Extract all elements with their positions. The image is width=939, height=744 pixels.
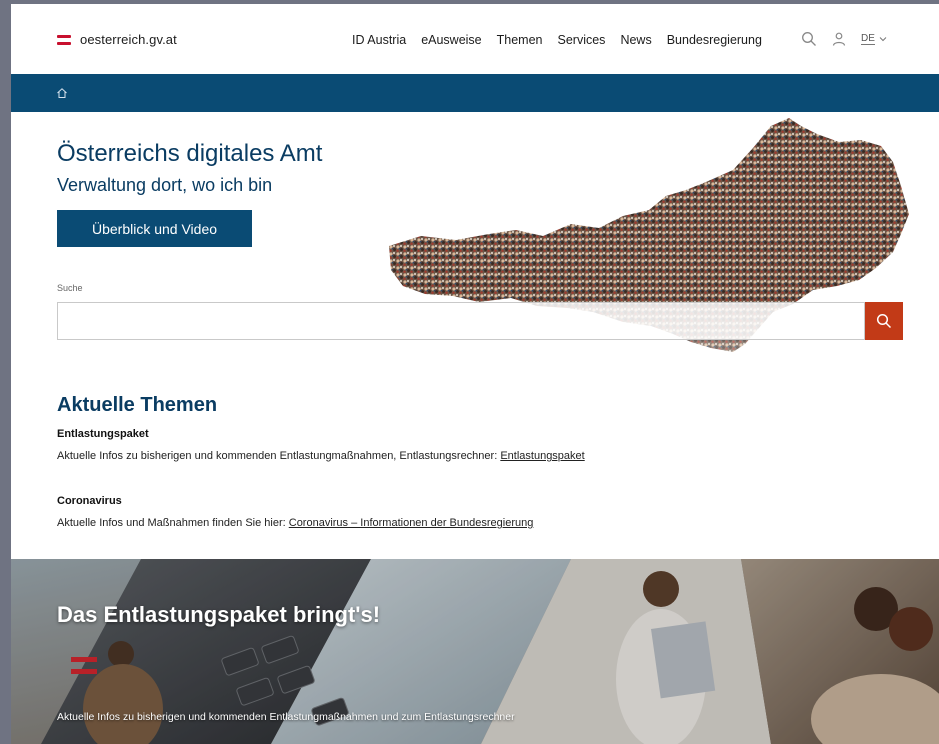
section-title-topics: Aktuelle Themen	[57, 394, 218, 416]
banner-text: Aktuelle Infos zu bisherigen und kommend…	[57, 711, 515, 723]
topic-title-entlastungspaket: Entlastungspaket	[57, 428, 149, 440]
search-label: Suche	[57, 283, 83, 293]
nav-item-bundesregierung[interactable]: Bundesregierung	[667, 33, 762, 47]
topic-title-coronavirus: Coronavirus	[57, 495, 122, 507]
overview-video-button[interactable]: Überblick und Video	[57, 210, 252, 247]
nav-item-services[interactable]: Services	[558, 33, 606, 47]
page-title: Österreichs digitales Amt	[57, 140, 323, 167]
topic-text-entlastungspaket: Aktuelle Infos zu bisherigen und kommend…	[57, 450, 585, 462]
language-code: DE	[861, 33, 875, 45]
user-icon[interactable]	[831, 31, 847, 47]
austria-flag-icon	[57, 34, 71, 45]
breadcrumb	[11, 74, 939, 112]
search-button[interactable]	[865, 302, 903, 340]
site-logo[interactable]: oesterreich.gv.at	[57, 32, 177, 47]
link-entlastungspaket[interactable]: Entlastungspaket	[500, 450, 584, 462]
page-subtitle: Verwaltung dort, wo ich bin	[57, 175, 273, 195]
search-icon	[876, 313, 892, 329]
logo-text: oesterreich.gv.at	[80, 32, 177, 47]
chevron-down-icon	[879, 37, 887, 42]
nav-item-news[interactable]: News	[620, 33, 651, 47]
nav-item-themen[interactable]: Themen	[497, 33, 543, 47]
language-selector[interactable]: DE	[861, 33, 887, 45]
austria-crowd-map-image	[361, 118, 911, 382]
search-input[interactable]	[57, 302, 865, 340]
home-icon[interactable]	[56, 87, 68, 99]
link-coronavirus[interactable]: Coronavirus – Informationen der Bundesre…	[289, 517, 534, 529]
site-header: oesterreich.gv.at ID Austria eAusweise T…	[11, 4, 939, 74]
banner-title: Das Entlastungspaket bringt's!	[57, 602, 381, 627]
nav-item-id-austria[interactable]: ID Austria	[352, 33, 406, 47]
search-icon[interactable]	[801, 31, 817, 47]
topic-text-coronavirus: Aktuelle Infos und Maßnahmen finden Sie …	[57, 517, 534, 529]
page: oesterreich.gv.at ID Austria eAusweise T…	[11, 4, 939, 744]
main-nav: ID Austria eAusweise Themen Services New…	[352, 33, 777, 47]
header-tools: DE	[801, 31, 887, 47]
nav-item-eausweise[interactable]: eAusweise	[421, 33, 481, 47]
